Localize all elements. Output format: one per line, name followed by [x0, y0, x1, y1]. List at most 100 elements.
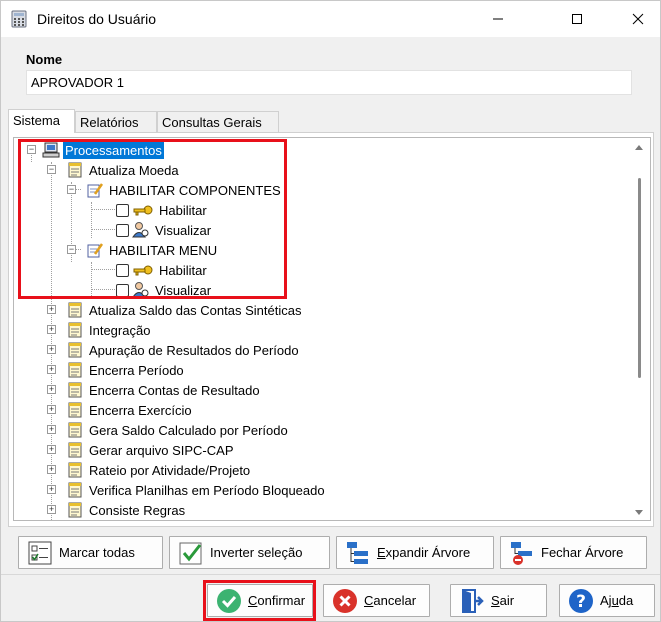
tree-label: Gerar arquivo SIPC-CAP	[89, 442, 234, 458]
tree-node-item[interactable]: Rateio por Atividade/Projeto	[66, 460, 252, 480]
tree-node-item[interactable]: Consiste Regras	[66, 500, 187, 520]
tree-label: HABILITAR MENU	[109, 242, 218, 258]
tree-node-item[interactable]: Encerra Período	[66, 360, 186, 380]
inverter-selecao-button[interactable]: Inverter seleção	[169, 536, 330, 569]
cancelar-button[interactable]: Cancelar	[323, 584, 430, 617]
minimize-button[interactable]	[475, 1, 521, 37]
document-icon	[68, 322, 82, 338]
tree-node-expander[interactable]: +	[47, 425, 56, 434]
tree-node-habilitar-menu[interactable]: HABILITAR MENU	[86, 240, 219, 260]
fechar-arvore-label: Fechar Árvore	[541, 545, 624, 560]
tree-label: Integração	[89, 322, 151, 338]
tree-node-item[interactable]: Gerar arquivo SIPC-CAP	[66, 440, 236, 460]
expandir-arvore-button[interactable]: Expandir Árvore	[336, 536, 494, 569]
close-icon	[632, 13, 644, 25]
tree-label-root: Processamentos	[63, 141, 164, 159]
tree-node-expander[interactable]: +	[47, 485, 56, 494]
expandir-arvore-text: xpandir Árvore	[385, 545, 471, 560]
tree-node-habilitar[interactable]: Habilitar	[116, 260, 209, 280]
tree-node-expander[interactable]: +	[47, 345, 56, 354]
habilitar-checkbox[interactable]	[116, 263, 129, 277]
tree-node-expander[interactable]: +	[47, 385, 56, 394]
user-view-icon	[132, 222, 149, 238]
root-expander[interactable]: −	[27, 145, 36, 154]
close-button[interactable]	[615, 1, 661, 37]
maximize-icon	[572, 14, 582, 24]
document-icon	[68, 342, 82, 358]
collapse-tree-icon	[511, 541, 532, 565]
tree-label: Gera Saldo Calculado por Período	[89, 422, 288, 438]
tree-label: Encerra Período	[89, 362, 184, 378]
key-icon	[133, 205, 153, 216]
fechar-arvore-button[interactable]: Fechar Árvore	[500, 536, 647, 569]
visualizar-checkbox[interactable]	[116, 283, 129, 297]
confirmar-text: onfirmar	[257, 593, 306, 608]
tree-node-processamentos[interactable]: Processamentos	[42, 140, 164, 160]
sair-text: air	[499, 593, 515, 608]
tree-node-expander[interactable]: +	[47, 325, 56, 334]
visualizar-checkbox[interactable]	[116, 223, 129, 237]
confirmar-label: Confirmar	[248, 593, 305, 608]
tree-node-item[interactable]: Encerra Exercício	[66, 400, 194, 420]
atualiza-moeda-expander[interactable]: −	[47, 165, 56, 174]
tree-node-visualizar[interactable]: Visualizar	[116, 220, 213, 240]
tree-label: Habilitar	[159, 202, 207, 218]
tab-panel-sistema: − Processamentos − Atualiza Moeda − HABI…	[8, 132, 654, 527]
nome-input[interactable]	[26, 70, 632, 95]
scroll-thumb[interactable]	[638, 178, 641, 378]
scroll-down-icon[interactable]	[635, 510, 643, 516]
tree-node-expander[interactable]: +	[47, 445, 56, 454]
marcar-todas-button[interactable]: Marcar todas	[18, 536, 163, 569]
tree-node-expander[interactable]: +	[47, 305, 56, 314]
tree-node-expander[interactable]: +	[47, 465, 56, 474]
habilitar-componentes-expander[interactable]: −	[67, 185, 76, 194]
tree-label: Apuração de Resultados do Período	[89, 342, 299, 358]
tree-node-habilitar[interactable]: Habilitar	[116, 200, 209, 220]
cancelar-text: ancelar	[373, 593, 417, 608]
confirmar-button[interactable]: Confirmar	[207, 584, 313, 617]
tree-label: Atualiza Moeda	[89, 162, 179, 178]
tree-node-expander[interactable]: +	[47, 365, 56, 374]
tree-node-item[interactable]: Encerra Contas de Resultado	[66, 380, 262, 400]
checklist-icon	[28, 541, 52, 564]
permissions-tree[interactable]: − Processamentos − Atualiza Moeda − HABI…	[13, 137, 651, 521]
tree-node-habilitar-componentes[interactable]: HABILITAR COMPONENTES	[86, 180, 283, 200]
tab-consultas-gerais[interactable]: Consultas Gerais	[157, 111, 279, 132]
ajuda-button[interactable]: ? Ajuda	[559, 584, 655, 617]
cancelar-mnemonic: C	[364, 593, 374, 608]
tab-relatorios[interactable]: Relatórios	[75, 111, 157, 132]
maximize-button[interactable]	[554, 1, 600, 37]
document-icon	[68, 382, 82, 398]
user-view-icon	[132, 282, 149, 298]
tree-node-atualiza-moeda[interactable]: Atualiza Moeda	[66, 160, 181, 180]
calculator-app-icon	[11, 10, 27, 28]
key-icon	[133, 265, 153, 276]
habilitar-checkbox[interactable]	[116, 203, 129, 217]
tree-node-item[interactable]: Verifica Planilhas em Período Bloqueado	[66, 480, 327, 500]
check-box-icon	[179, 542, 202, 564]
ajuda-mnemonic: u	[611, 593, 619, 608]
document-icon	[68, 442, 82, 458]
inverter-selecao-label: Inverter seleção	[210, 545, 303, 560]
tree-scrollbar[interactable]	[632, 144, 646, 516]
tree-node-expander[interactable]: +	[47, 505, 56, 514]
dialog-window: Direitos do Usuário Nome Sistema Relatór…	[0, 0, 661, 622]
tree-node-item[interactable]: Apuração de Resultados do Período	[66, 340, 301, 360]
scroll-up-icon[interactable]	[635, 144, 643, 150]
notepad-pencil-icon	[87, 183, 104, 198]
sair-button[interactable]: Sair	[450, 584, 547, 617]
habilitar-menu-expander[interactable]: −	[67, 245, 76, 254]
document-icon	[68, 502, 82, 518]
tree-node-expander[interactable]: +	[47, 405, 56, 414]
tree-node-item[interactable]: Integração	[66, 320, 152, 340]
exit-door-icon	[462, 588, 484, 613]
tab-sistema[interactable]: Sistema	[8, 109, 75, 133]
sair-mnemonic: S	[491, 593, 500, 608]
tree-node-visualizar[interactable]: Visualizar	[116, 280, 213, 300]
window-title: Direitos do Usuário	[37, 11, 157, 27]
document-icon	[68, 462, 82, 478]
tree-node-item[interactable]: Gera Saldo Calculado por Período	[66, 420, 290, 440]
computer-icon	[42, 142, 60, 158]
tree-node-item[interactable]: Atualiza Saldo das Contas Sintéticas	[66, 300, 303, 320]
check-circle-icon	[217, 588, 241, 613]
